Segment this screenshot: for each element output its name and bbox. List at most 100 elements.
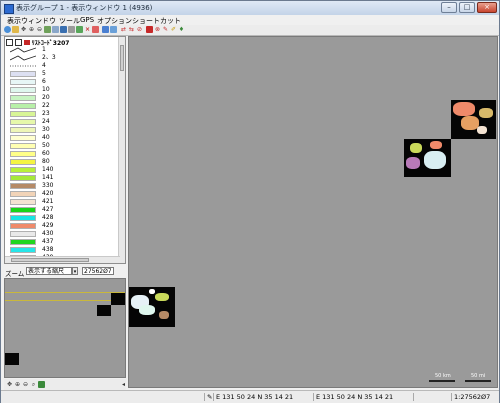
legend-item: 437 [8,238,118,246]
save-icon[interactable] [60,26,67,33]
terrain-patch [406,157,420,169]
legend-swatch [9,47,37,53]
legend-item: 50 [8,142,118,150]
legend-swatch [10,191,36,197]
zoom-out-icon[interactable]: ⊖ [22,381,29,388]
stop-icon[interactable]: ⇆ [128,26,135,33]
map-tile [111,293,125,305]
legend-swatch [10,103,36,109]
legend-swatch [10,135,36,141]
layer-visibility-checkbox[interactable] [14,39,22,46]
legend-swatch [10,159,36,165]
layers-icon[interactable] [38,381,45,388]
legend-label: 24 [42,118,50,125]
select-icon[interactable] [92,26,99,33]
legend-label: 22 [42,102,50,109]
legend-label: 23 [42,110,50,117]
pencil-icon[interactable]: ✎ [162,26,169,33]
app-icon [4,4,14,14]
zoom-scale-input[interactable]: 27562Ø7 [82,267,114,275]
menu-bar: 表示ウィンドウ ツール GPS オプション ショートカット [1,15,499,25]
legend-item: 438 [8,246,118,254]
legend-swatch [10,95,36,101]
stop-alt-icon[interactable]: ⊘ [136,26,143,33]
chevron-down-icon[interactable]: ▾ [72,267,78,275]
map-tile [5,353,19,365]
zoom-extent-icon[interactable] [44,26,51,33]
legend-label: 437 [42,238,54,245]
legend-swatch [10,63,36,69]
terrain-patch [477,126,487,134]
remove-icon[interactable]: × [84,26,91,33]
add-layer-icon[interactable] [76,26,83,33]
legend-swatch [10,71,36,77]
legend-swatch [10,151,36,157]
legend-item: 428 [8,214,118,222]
legend-item: 4 [8,62,118,70]
terrain-patch [155,293,169,301]
collapse-arrow-icon[interactable]: ◂ [120,381,127,388]
scroll-thumb[interactable] [11,258,89,262]
terrain-patch [430,141,442,149]
folder-icon[interactable] [12,26,19,33]
expand-toggle[interactable] [6,39,13,46]
maximize-button[interactable]: □ [459,2,475,13]
scale-bar-mi-label: 50 mi [471,373,486,379]
legend-item: 60 [8,150,118,158]
menu-gps[interactable]: GPS [80,16,94,24]
print-icon[interactable] [68,26,75,33]
scale-bar-km-label: 50 km [435,373,451,379]
link-icon[interactable] [110,26,117,33]
layer-type-icon [23,40,30,45]
legend-item: 420 [8,190,118,198]
overview-map[interactable] [4,278,126,378]
title-bar[interactable]: 表示グループ 1 - 表示ウィンドウ 1 (4936) – □ × [1,1,499,16]
vertical-scrollbar[interactable] [118,37,125,263]
legend-item: 330 [8,182,118,190]
zoom-mode-select[interactable]: 表示する縮尺 [26,267,72,275]
main-map-view[interactable]: 50 km 50 mi [128,36,498,388]
grid-icon[interactable] [52,26,59,33]
legend-label: 140 [42,166,54,173]
viewport-outline [125,279,126,378]
pan-icon[interactable]: ✥ [20,26,27,33]
unlink-icon[interactable]: ⇄ [120,26,127,33]
legend-item: 22 [8,102,118,110]
legend-label: 80 [42,158,50,165]
legend-label: 5 [42,70,46,77]
cursor-icon[interactable]: ⊗ [154,26,161,33]
legend-list: 1 2、3 4 5 6 10 20 22 23 24 30 40 50 60 80 140 141 330 420 4… [8,46,118,264]
zoom-bar: ズーム 表示する縮尺 ▾ 27562Ø7 [4,266,126,278]
legend-swatch [10,175,36,181]
zoom-label: ズーム [5,270,25,278]
layer-header[interactable]: ﾘｽﾄｺｰﾄﾞ3207 [6,38,69,47]
zoom-in-icon[interactable]: ⊕ [28,26,35,33]
legend-label: 60 [42,150,50,157]
terrain-patch [453,102,475,116]
zoom-in-icon[interactable]: ⊕ [14,381,21,388]
layers-icon[interactable]: ♦ [178,26,185,33]
scroll-thumb[interactable] [120,45,124,71]
horizontal-scrollbar[interactable] [5,256,120,263]
terrain-patch [479,108,493,118]
zoom-out-icon[interactable]: ⊖ [36,26,43,33]
legend-swatch [10,239,36,245]
legend-swatch [10,263,36,264]
search-icon[interactable]: ⌕ [30,381,37,388]
map-tile [451,100,496,139]
toolbar: ✥ ⊕ ⊖ × ⇄ ⇆ ⊘ ⊗ ✎ ✐ ♦ [1,25,499,36]
map-tile [129,287,175,327]
legend-item: 10 [8,86,118,94]
pan-icon[interactable]: ✥ [6,381,13,388]
measure-icon[interactable] [102,26,109,33]
legend-swatch [10,127,36,133]
legend-label: 430 [42,230,54,237]
close-button[interactable]: × [477,2,497,13]
minimize-button[interactable]: – [441,2,457,13]
legend-label: 428 [42,214,54,221]
edit-icon[interactable]: ✐ [170,26,177,33]
legend-label: 20 [42,94,50,101]
globe-icon[interactable] [4,26,11,33]
legend-item: 430 [8,230,118,238]
search-icon[interactable] [146,26,153,33]
